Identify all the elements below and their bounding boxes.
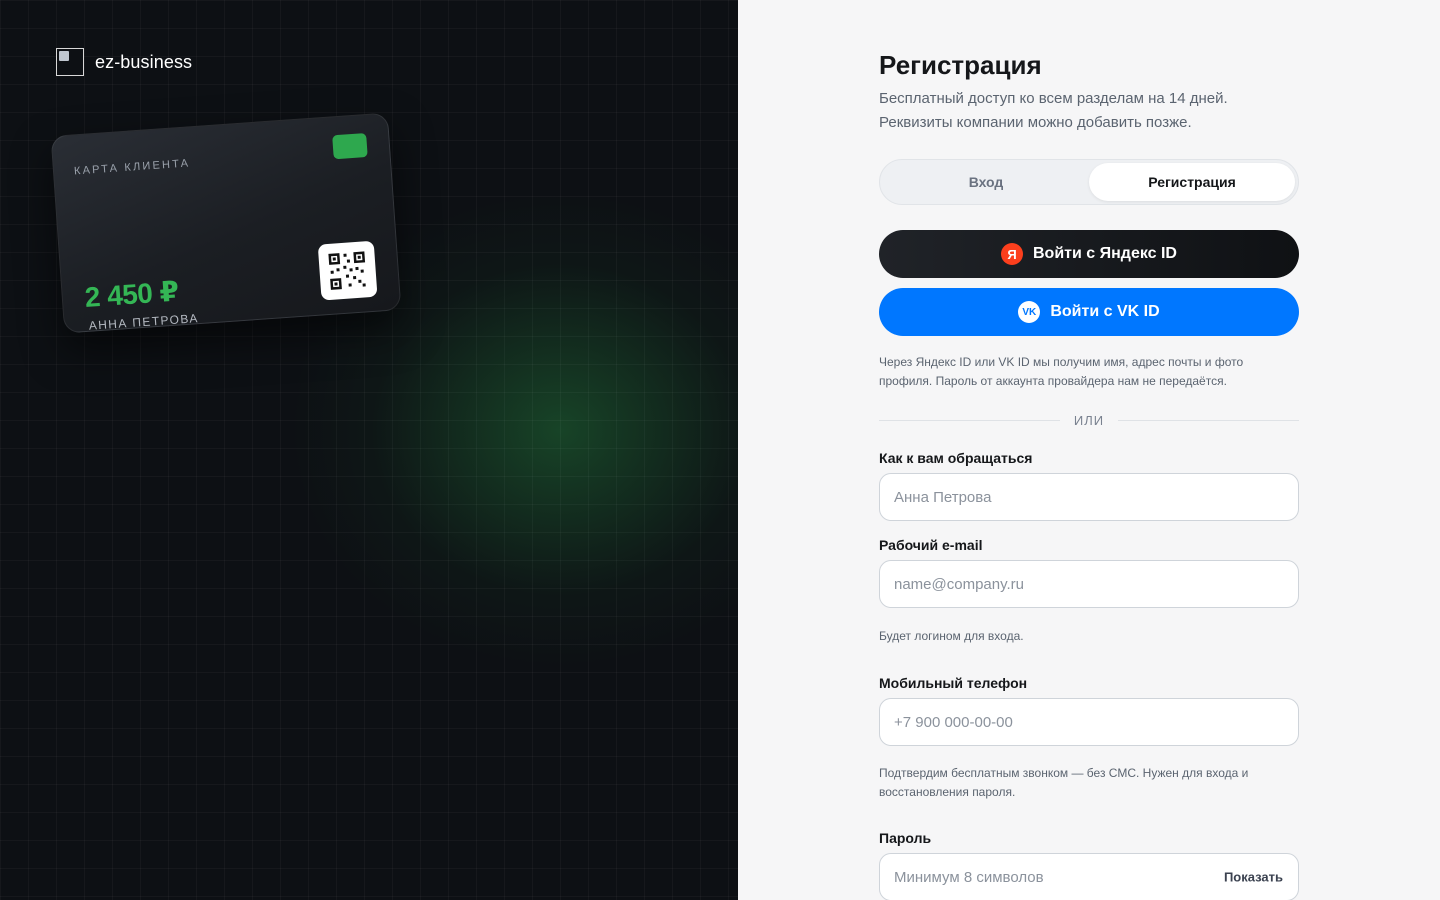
phone-label: Мобильный телефон: [879, 675, 1028, 691]
card-amount: 2 450 ₽: [83, 275, 180, 313]
subtitle-line-2: Реквизиты компании можно добавить позже.: [879, 114, 1192, 131]
tab-login[interactable]: Вход: [883, 163, 1089, 201]
yandex-login-label: Войти с Яндекс ID: [1033, 245, 1177, 262]
qr-code-icon: [317, 240, 378, 301]
page-title: Регистрация: [879, 50, 1042, 80]
hero-panel: ez-business КАРТА КЛИЕНТА 2 450 ₽ АННА П…: [0, 0, 738, 900]
vk-login-label: Войти с VK ID: [1050, 303, 1160, 320]
divider-line: [879, 419, 1060, 421]
yandex-icon: Я: [1001, 243, 1023, 265]
vk-icon: VK: [1018, 301, 1041, 323]
phone-input[interactable]: [879, 698, 1299, 746]
yandex-login-button[interactable]: Я Войти с Яндекс ID: [879, 230, 1299, 278]
name-label: Как к вам обращаться: [879, 450, 1033, 466]
vk-login-button[interactable]: VK Войти с VK ID: [879, 288, 1299, 336]
or-divider: ИЛИ: [879, 410, 1299, 430]
client-card: КАРТА КЛИЕНТА 2 450 ₽ АННА ПЕТРОВА: [50, 112, 402, 334]
name-input[interactable]: [879, 473, 1299, 521]
email-label: Рабочий e-mail: [879, 537, 983, 553]
card-label: КАРТА КЛИЕНТА: [73, 157, 191, 178]
page-subtitle: Бесплатный доступ ко всем разделам на 14…: [879, 87, 1299, 135]
phone-hint: Подтвердим бесплатным звонком — без СМС.…: [879, 766, 1249, 799]
oauth-note: Через Яндекс ID или VK ID мы получим имя…: [879, 355, 1244, 388]
email-input[interactable]: [879, 560, 1299, 608]
tab-registration[interactable]: Регистрация: [1089, 163, 1295, 201]
divider-text: ИЛИ: [1073, 412, 1105, 428]
brand[interactable]: ez-business: [56, 48, 192, 76]
password-label: Пароль: [879, 830, 932, 846]
form-panel: Регистрация Бесплатный доступ ко всем ра…: [738, 0, 1440, 900]
divider-line: [1118, 419, 1299, 421]
subtitle-line-1: Бесплатный доступ ко всем разделам на 14…: [879, 90, 1228, 107]
show-password-button[interactable]: Показать: [1224, 870, 1283, 885]
card-chip-icon: [332, 133, 368, 160]
email-hint: Будет логином для входа.: [879, 629, 1024, 643]
auth-tabs: Вход Регистрация: [879, 159, 1299, 205]
brand-name: ez-business: [95, 51, 193, 72]
brand-logo-icon: [56, 48, 84, 76]
